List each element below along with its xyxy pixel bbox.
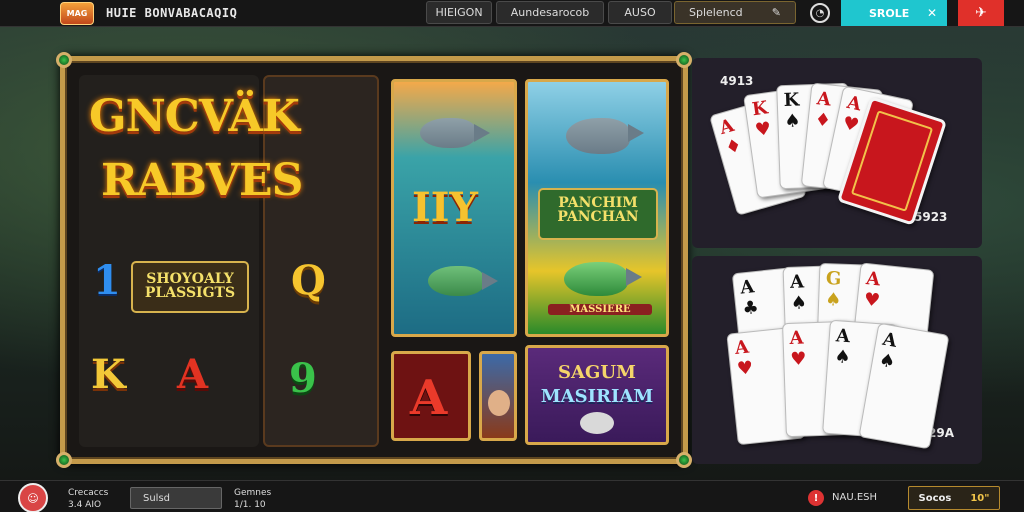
stat2-label: Gemnes xyxy=(234,488,272,498)
portrait-tile[interactable] xyxy=(479,351,517,441)
app-logo[interactable]: MAG xyxy=(60,2,94,25)
bottom-bar: ☺ Crecaccs 3.4 AIO Sulsd Gemnes 1/1. 10 … xyxy=(0,480,1024,512)
menu-button-1[interactable]: HIEIGON xyxy=(426,1,492,24)
panch-line1: PANCHIM xyxy=(558,195,638,211)
bet-field[interactable]: Sulsd xyxy=(130,487,222,509)
role-button[interactable]: SROLE ✕ xyxy=(841,0,947,26)
red-a-symbol: A xyxy=(410,370,448,426)
frame-stud-icon xyxy=(676,52,692,68)
menu-button-2[interactable]: Aundesarocob xyxy=(496,1,604,24)
card-panel-top: 4913 5923 A ♦ K ♥ K ♠ A ♦ A ♥ xyxy=(692,58,982,248)
symbol-nine[interactable]: 9 xyxy=(289,355,317,402)
panch-plaque: PANCHIM PANCHAN xyxy=(538,188,658,240)
stat1-value: 3.4 AIO xyxy=(68,500,102,510)
edit-icon: ✎ xyxy=(771,6,781,19)
fish-icon xyxy=(428,266,498,296)
app-title: HUIE BONVABACAQIQ xyxy=(106,6,238,20)
stat2-value: 1/1. 10 xyxy=(234,500,266,510)
bowl-icon xyxy=(580,412,614,434)
frame-stud-icon xyxy=(676,452,692,468)
panch-caption: MASSIERE xyxy=(548,304,652,315)
close-icon[interactable]: ✕ xyxy=(927,6,937,20)
alert-text: NAU.ESH xyxy=(832,492,878,503)
alert-icon[interactable]: ! xyxy=(808,490,824,506)
masiriam-line2: MASIRIAM xyxy=(540,386,654,407)
symbol-k[interactable]: K xyxy=(91,351,126,398)
slot-machine-frame: GNCVÄK RABVES 1 SHOYOALY PLASSIGTS K A Q… xyxy=(56,52,692,468)
frame-stud-icon xyxy=(56,452,72,468)
masiriam-tile[interactable]: SAGUM MASIRIAM xyxy=(525,345,669,445)
symbol-a[interactable]: A xyxy=(177,351,208,398)
balance-box[interactable]: Socos 10" xyxy=(908,486,1000,510)
stat1: Crecaccs 3.4 AIO xyxy=(68,487,108,511)
fish-tile[interactable]: IIY xyxy=(391,79,517,337)
masiriam-line1: SAGUM xyxy=(558,362,636,383)
stat2: Gemnes 1/1. 10 xyxy=(234,487,271,511)
portrait-icon xyxy=(488,390,510,416)
fish-icon xyxy=(564,262,642,296)
role-button-label: SROLE xyxy=(869,6,910,20)
panch-line2: PANCHAN xyxy=(557,209,639,225)
bonus-plaque[interactable]: SHOYOALY PLASSIGTS xyxy=(131,261,249,313)
frame-stud-icon xyxy=(56,52,72,68)
stat1-label: Crecaccs xyxy=(68,488,109,498)
clock-icon[interactable]: ◔ xyxy=(810,3,830,23)
plane-button[interactable]: ✈ xyxy=(958,0,1004,26)
game-title-line2: RABVES xyxy=(101,155,303,206)
red-a-tile[interactable]: A xyxy=(391,351,471,441)
panel-top-label-left: 4913 xyxy=(720,74,754,88)
top-bar: MAG HUIE BONVABACAQIQ HIEIGON Aundesaroc… xyxy=(0,0,1024,27)
fish-tile-text: IIY xyxy=(412,184,478,231)
symbol-q[interactable]: Q xyxy=(291,257,326,304)
fish-icon xyxy=(566,118,644,154)
fish-icon xyxy=(420,118,490,148)
menu-button-4[interactable]: Splelencd ✎ xyxy=(674,1,796,24)
balance-label: Socos xyxy=(918,492,952,504)
panel-top-label-right: 5923 xyxy=(914,210,948,224)
symbol-one[interactable]: 1 xyxy=(93,257,121,304)
avatar[interactable]: ☺ xyxy=(18,483,48,512)
menu-button-4-label: Splelencd xyxy=(689,6,743,19)
menu-button-3[interactable]: AUSO xyxy=(608,1,672,24)
card-panel-bottom: 29A A ♣ A ♠ G ♠ A ♥ A ♥ A ♥ A ♠ A ♠ xyxy=(692,256,982,464)
game-title-line1: GNCVÄK xyxy=(89,91,300,142)
balance-value: 10" xyxy=(970,492,990,504)
panch-tile[interactable]: PANCHIM PANCHAN MASSIERE xyxy=(525,79,669,337)
